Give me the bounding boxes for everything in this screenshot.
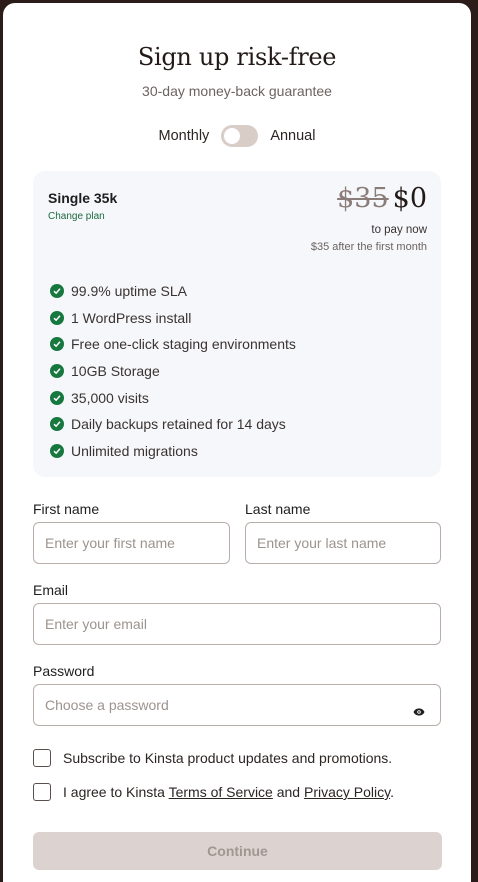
agree-prefix: I agree to Kinsta xyxy=(63,784,169,800)
subscribe-label: Subscribe to Kinsta product updates and … xyxy=(63,750,393,766)
pay-now-note: to pay now xyxy=(371,224,427,236)
old-price: $35 xyxy=(337,183,389,214)
billing-toggle[interactable] xyxy=(221,125,259,147)
agree-and: and xyxy=(272,784,304,800)
email-field[interactable] xyxy=(33,603,441,645)
check-circle-icon xyxy=(50,443,64,458)
password-label: Password xyxy=(33,663,95,679)
continue-button[interactable]: Continue xyxy=(33,832,442,870)
last-name-label: Last name xyxy=(245,501,311,517)
agree-suffix: . xyxy=(390,784,394,800)
plan-name: Single 35k xyxy=(48,190,118,206)
page-subtitle: 30-day money-back guarantee xyxy=(142,83,332,99)
check-circle-icon xyxy=(50,390,64,405)
password-field[interactable] xyxy=(33,684,441,726)
signup-card: Sign up risk-free 30-day money-back guar… xyxy=(3,3,471,882)
toggle-knob xyxy=(224,128,241,144)
feature-label: Free one-click staging environments xyxy=(71,336,296,353)
plan-price: $35 $0 xyxy=(337,183,427,214)
billing-period-switch: Monthly Annual xyxy=(3,125,471,147)
feature-item: 35,000 visits xyxy=(50,384,296,411)
check-circle-icon xyxy=(50,284,64,299)
annual-label[interactable]: Annual xyxy=(270,128,315,144)
feature-list: 99.9% uptime SLA 1 WordPress install Fre… xyxy=(50,278,296,464)
feature-label: Daily backups retained for 14 days xyxy=(71,416,286,433)
first-name-input[interactable] xyxy=(33,522,230,564)
page-title: Sign up risk-free xyxy=(137,43,337,71)
after-trial-note: $35 after the first month xyxy=(310,241,427,253)
eye-icon[interactable] xyxy=(413,703,425,721)
feature-label: 99.9% uptime SLA xyxy=(71,283,187,300)
terms-of-service-link[interactable]: Terms of Service xyxy=(169,784,273,800)
feature-item: 99.9% uptime SLA xyxy=(50,278,296,305)
check-circle-icon xyxy=(50,310,64,325)
last-name-input[interactable] xyxy=(245,522,441,564)
agree-checkbox[interactable] xyxy=(33,783,51,801)
feature-label: 1 WordPress install xyxy=(71,309,192,326)
feature-item: Daily backups retained for 14 days xyxy=(50,411,296,438)
feature-item: 10GB Storage xyxy=(50,358,296,385)
feature-label: Unlimited migrations xyxy=(71,442,198,459)
privacy-policy-link[interactable]: Privacy Policy xyxy=(304,784,390,800)
subscribe-checkbox[interactable] xyxy=(33,749,51,767)
new-price: $0 xyxy=(392,183,427,214)
check-circle-icon xyxy=(50,364,64,379)
email-label: Email xyxy=(33,582,69,598)
check-circle-icon xyxy=(50,337,64,352)
plan-summary: Single 35k Change plan $35 $0 to pay now … xyxy=(33,171,441,477)
feature-label: 35,000 visits xyxy=(71,389,149,406)
feature-item: Free one-click staging environments xyxy=(50,331,296,358)
change-plan-link[interactable]: Change plan xyxy=(48,211,105,222)
agree-label: I agree to Kinsta Terms of Service and P… xyxy=(63,784,394,800)
feature-label: 10GB Storage xyxy=(71,363,160,380)
feature-item: Unlimited migrations xyxy=(50,438,296,465)
feature-item: 1 WordPress install xyxy=(50,305,296,332)
monthly-label[interactable]: Monthly xyxy=(159,128,210,144)
first-name-label: First name xyxy=(33,501,100,517)
check-circle-icon xyxy=(50,417,64,432)
